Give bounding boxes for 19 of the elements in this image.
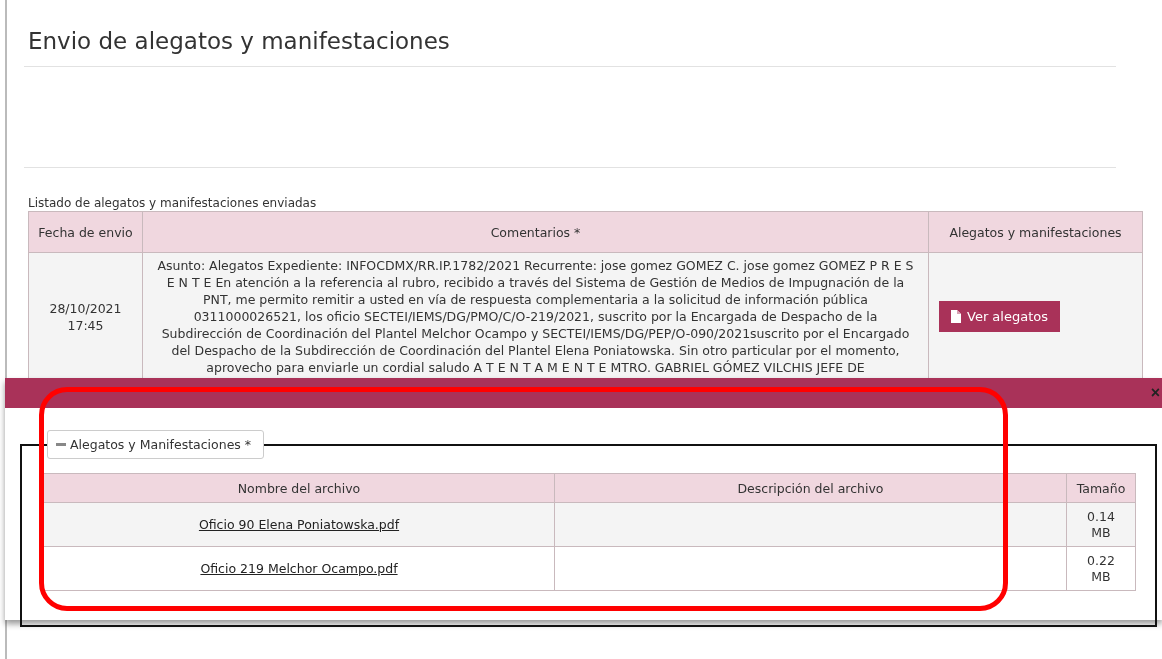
view-button[interactable]: Ver alegatos	[939, 301, 1060, 332]
column-header: Fecha de envio	[28, 211, 143, 253]
file-link[interactable]: Oficio 219 Melchor Ocampo.pdf	[200, 560, 398, 576]
page-title: Envio de alegatos y manifestaciones	[27, 27, 451, 56]
column-header: Comentarios *	[142, 211, 929, 253]
column-header: Alegatos y manifestaciones	[928, 211, 1143, 253]
column-header: Tamaño	[1066, 473, 1136, 503]
column-header: Nombre del archivo	[43, 473, 555, 503]
file-size-cell: 0.14 MB	[1066, 502, 1136, 547]
column-header: Descripción del archivo	[554, 473, 1067, 503]
date-cell: 28/10/2021 17:45	[28, 252, 143, 381]
minus-icon	[56, 443, 66, 446]
document-icon	[951, 310, 961, 323]
table-caption: Listado de alegatos y manifestaciones enviadas	[28, 196, 318, 210]
file-link[interactable]: Oficio 90 Elena Poniatowska.pdf	[198, 516, 400, 532]
fieldset-legend[interactable]: Alegatos y Manifestaciones *	[47, 430, 265, 459]
comment-cell: Asunto: Alegatos Expediente: INFOCDMX/RR.IP.1782/2021 Recurrente: jose gomez GOMEZ C. jose gomez GOMEZ P R E S E N T E En atención a la referencia al rubro, recibido a través del Sistema de Gestión de Medios de Impugnación de la PNT, me permito remitir a usted en vía de respuesta complementaria a la solicitud de información pública 0311000026521, los oficio SECTEI/IEMS/DG/PMO/C/O-219/2021, suscrito por la Encargada de Despacho de la Subdirección de Coordinación del Plantel Melchor Ocampo y SECTEI/IEMS/DG/PEP/O-090/2021suscrito por el Encargado del Despacho de la Subdirección de Coordinación del Plantel Elena Poniatowska. Sin otro particular por el momento, aprovecho para enviarle un cordial saludo A T E N T A M E N T E MTRO. GABRIEL GÓMEZ VILCHIS JEFE DE	[142, 252, 929, 381]
legend-label: Alegatos y Manifestaciones *	[70, 437, 252, 452]
file-size-cell: 0.22 MB	[1066, 546, 1136, 591]
